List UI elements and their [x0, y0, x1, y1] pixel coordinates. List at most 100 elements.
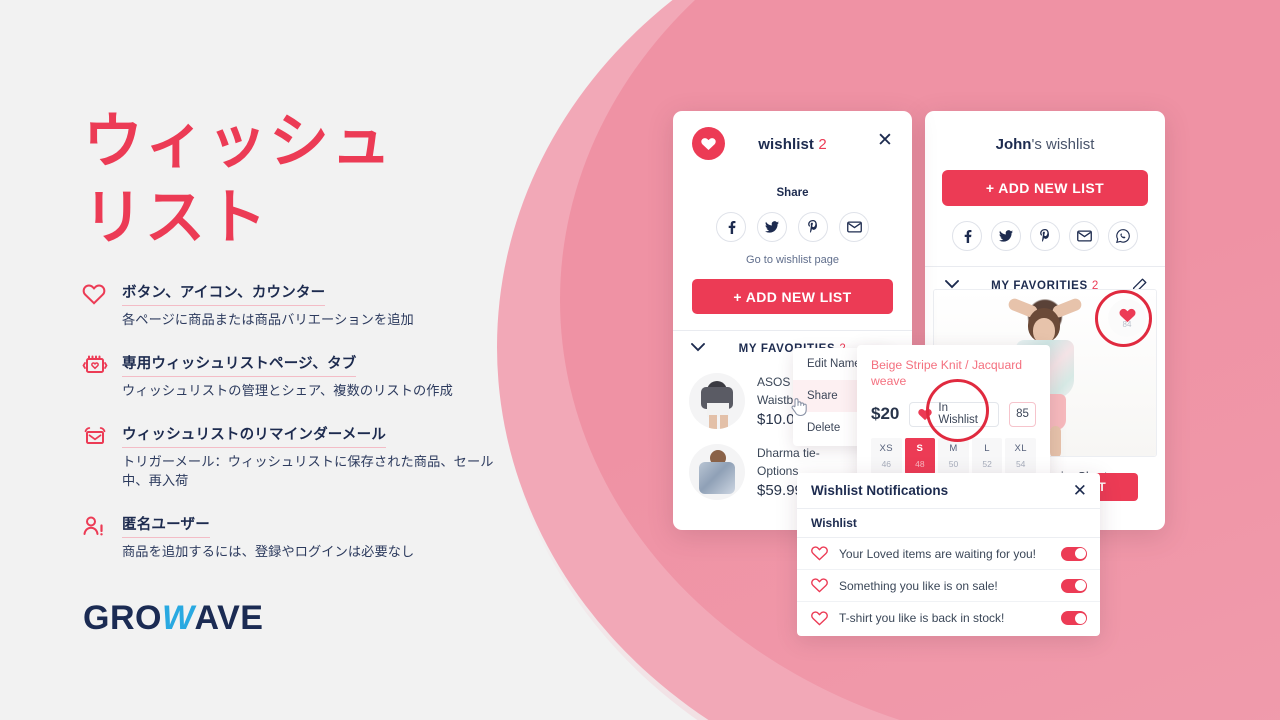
- notification-text: Your Loved items are waiting for you!: [839, 546, 1036, 561]
- john-title-suffix: 's wishlist: [1031, 136, 1095, 153]
- size-option-m[interactable]: M 50: [938, 437, 969, 474]
- go-to-wishlist-page-link[interactable]: Go to wishlist page: [673, 254, 912, 266]
- notification-toggle[interactable]: [1061, 578, 1087, 593]
- notification-text: T-shirt you like is back in stock!: [839, 611, 1005, 625]
- feature-item-anonymous-user: 匿名ユーザー 商品を追加するには、登録やログインは必要なし: [82, 513, 502, 562]
- notification-toggle[interactable]: [1061, 546, 1087, 561]
- page-title-line2: リスト: [83, 183, 269, 251]
- chevron-down-icon[interactable]: [691, 343, 705, 352]
- pinterest-icon[interactable]: [798, 212, 828, 242]
- product-thumbnail: [689, 444, 745, 500]
- notifications-title: Wishlist Notifications: [811, 483, 949, 498]
- toggle-knob: [1074, 580, 1086, 591]
- feature-title: ボタン、アイコン、カウンター: [122, 281, 326, 306]
- wishlist-title-text: wishlist: [758, 136, 815, 153]
- chevron-down-icon[interactable]: [945, 280, 959, 289]
- john-social-share-row: [925, 221, 1165, 251]
- feature-subtitle: トリガーメール：ウィッシュリストに保存された商品、セール中、再入荷: [122, 453, 494, 489]
- wishlist-social-share-row: [673, 212, 912, 242]
- heart-icon: [918, 408, 933, 421]
- feature-item-buttons: ボタン、アイコン、カウンター 各ページに商品または商品バリエーションを追加: [82, 281, 502, 330]
- reminder-mail-icon: [82, 424, 110, 448]
- twitter-icon[interactable]: [757, 212, 787, 242]
- quickview-price: $20: [871, 404, 900, 424]
- feature-item-reminder-email: ウィッシュリストのリマインダーメール トリガーメール：ウィッシュリストに保存され…: [82, 423, 502, 492]
- product-name-line1: Dharma tie-: [757, 446, 820, 461]
- growave-logo: GROWAVE: [83, 599, 263, 638]
- feature-subtitle: 商品を追加するには、登録やログインは必要なし: [122, 544, 415, 560]
- logo-part-ave: AVE: [194, 599, 264, 637]
- share-label: Share: [776, 187, 809, 199]
- heart-icon: [811, 610, 828, 626]
- wishlist-popup-header: wishlist 2 ✕: [673, 111, 912, 183]
- size-option-s[interactable]: S 48: [904, 437, 936, 474]
- size-selector: XS 46 S 48 M 50 L 52 XL 54: [871, 437, 1036, 474]
- heart-icon: [82, 282, 110, 306]
- page-title-line1: ウィッシュ: [83, 108, 393, 175]
- toggle-knob: [1074, 612, 1086, 624]
- feature-list: ボタン、アイコン、カウンター 各ページに商品または商品バリエーションを追加 専用…: [82, 281, 502, 562]
- notifications-section-label: Wishlist: [797, 509, 1100, 538]
- size-number: 52: [982, 458, 992, 469]
- facebook-icon[interactable]: [716, 212, 746, 242]
- add-new-list-button[interactable]: + ADD NEW LIST: [692, 279, 893, 314]
- wishlist-title-count: 2: [818, 136, 827, 153]
- left-content-column: ウィッシュ リスト ボタン、アイコン、カウンター 各ページに商品または商品バリエ…: [0, 0, 500, 720]
- notifications-header: Wishlist Notifications ✕: [797, 473, 1100, 509]
- page-title: ウィッシュ リスト: [83, 104, 483, 255]
- logo-part-gro: GRO: [83, 599, 162, 637]
- notification-row-loved-items: Your Loved items are waiting for you!: [797, 538, 1100, 570]
- size-number: 46: [881, 458, 892, 469]
- close-icon[interactable]: ✕: [1073, 482, 1087, 499]
- wishlist-page-icon: [82, 353, 110, 377]
- slide-canvas: ウィッシュ リスト ボタン、アイコン、カウンター 各ページに商品または商品バリエ…: [0, 0, 1280, 720]
- notification-row-on-sale: Something you like is on sale!: [797, 570, 1100, 602]
- heart-icon: [811, 546, 828, 561]
- whatsapp-icon[interactable]: [1108, 221, 1138, 251]
- size-label: S: [916, 442, 924, 454]
- notification-row-back-in-stock: T-shirt you like is back in stock!: [797, 602, 1100, 634]
- wishlist-heart-counter-badge[interactable]: 84: [1108, 299, 1146, 337]
- heart-icon: [811, 578, 828, 593]
- anonymous-user-icon: [82, 514, 110, 538]
- size-number: 54: [1015, 458, 1026, 469]
- john-wishlist-title: John's wishlist: [925, 111, 1165, 153]
- feature-subtitle: 各ページに商品または商品バリエーションを追加: [122, 312, 414, 327]
- notification-text: Something you like is on sale!: [839, 578, 998, 593]
- wishlist-count-badge: 85: [1009, 401, 1036, 427]
- email-icon[interactable]: [1069, 221, 1099, 251]
- product-thumbnail: [689, 373, 745, 429]
- wishlist-notifications-panel: Wishlist Notifications ✕ Wishlist Your L…: [797, 473, 1100, 636]
- model-leg-right: [1050, 426, 1061, 456]
- notification-toggle[interactable]: [1061, 611, 1087, 625]
- feature-subtitle: ウィッシュリストの管理とシェア、複数のリストの作成: [122, 382, 453, 398]
- john-owner-name: John: [995, 136, 1032, 153]
- heart-counter-value: 84: [1122, 319, 1132, 329]
- close-icon[interactable]: ✕: [875, 130, 895, 150]
- quickview-product-name: Beige Stripe Knit / Jacquard weave: [871, 358, 1023, 389]
- logo-part-w: W: [161, 599, 195, 637]
- toggle-knob: [1074, 548, 1086, 559]
- feature-title: ウィッシュリストのリマインダーメール: [122, 423, 387, 448]
- twitter-icon[interactable]: [991, 221, 1021, 251]
- add-new-list-button[interactable]: + ADD NEW LIST: [942, 170, 1148, 206]
- size-label: XL: [1014, 442, 1027, 454]
- facebook-icon[interactable]: [952, 221, 982, 251]
- feature-item-wishlist-page: 専用ウィッシュリストページ、タブ ウィッシュリストの管理とシェア、複数のリストの…: [82, 352, 502, 401]
- size-label: M: [949, 442, 958, 454]
- email-icon[interactable]: [839, 212, 869, 242]
- size-option-xl[interactable]: XL 54: [1005, 437, 1036, 474]
- size-label: L: [984, 442, 990, 454]
- size-number: 50: [948, 458, 959, 469]
- pinterest-icon[interactable]: [1030, 221, 1060, 251]
- size-label: XS: [879, 442, 894, 454]
- product-quickview-card: Beige Stripe Knit / Jacquard weave $20 I…: [857, 345, 1050, 484]
- size-option-xs[interactable]: XS 46: [871, 437, 902, 474]
- in-wishlist-label: In Wishlist: [938, 402, 978, 427]
- size-option-l[interactable]: L 52: [971, 437, 1003, 474]
- in-wishlist-button[interactable]: In Wishlist: [909, 401, 999, 427]
- feature-title: 匿名ユーザー: [122, 513, 210, 539]
- cursor-pointer-icon: [790, 397, 808, 417]
- size-number: 48: [915, 458, 925, 469]
- quickview-price-row: $20 In Wishlist 85: [871, 401, 1036, 427]
